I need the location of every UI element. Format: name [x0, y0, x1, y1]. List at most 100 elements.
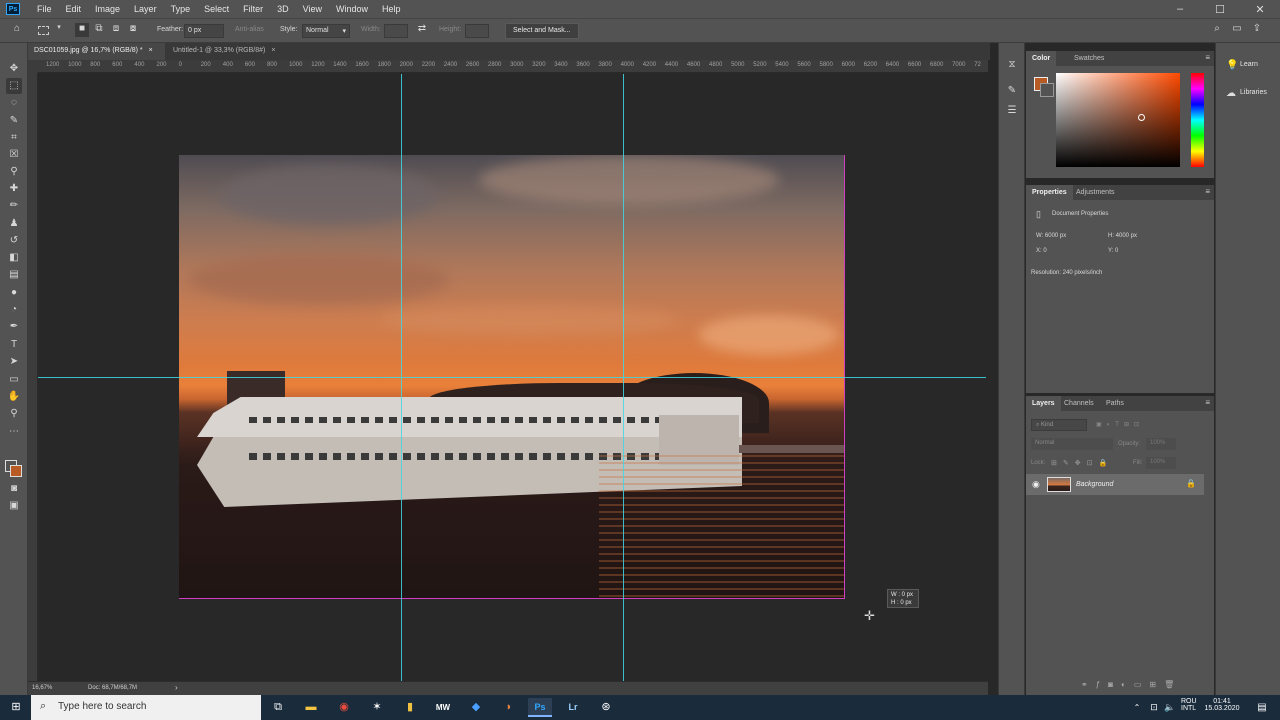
quick-select-tool-icon[interactable]: ✎	[6, 113, 22, 129]
app-icon[interactable]: ✶	[365, 698, 389, 717]
move-tool-icon[interactable]: ✥	[6, 61, 22, 77]
home-icon[interactable]: ⌂	[10, 23, 24, 37]
width-input[interactable]	[384, 24, 408, 38]
path-select-tool-icon[interactable]: ➤	[6, 354, 22, 370]
horizontal-ruler[interactable]: 1200 1000 800 600 400 200 0 200 400 600 800 1000 120…	[38, 60, 988, 73]
history-brush-tool-icon[interactable]: ↺	[6, 233, 22, 249]
more-tools-icon[interactable]: ⋯	[6, 424, 22, 440]
menu-file[interactable]: File	[30, 4, 59, 14]
lasso-tool-icon[interactable]: ◌	[6, 95, 22, 111]
blend-mode-select[interactable]: Normal	[1031, 438, 1113, 450]
menu-image[interactable]: Image	[88, 4, 127, 14]
tab-color[interactable]: Color	[1026, 51, 1057, 66]
brush-settings-icon[interactable]: ✎	[1004, 83, 1020, 99]
background-color-swatch[interactable]	[1040, 83, 1054, 97]
zoom-tool-icon[interactable]: ⚲	[6, 406, 22, 422]
frame-tool-icon[interactable]: ☒	[6, 147, 22, 163]
hue-slider[interactable]	[1191, 73, 1204, 167]
subtract-selection-icon[interactable]: ⧈	[109, 23, 123, 37]
gradient-tool-icon[interactable]: ▤	[6, 267, 22, 283]
menu-window[interactable]: Window	[329, 4, 375, 14]
menu-edit[interactable]: Edit	[59, 4, 89, 14]
pen-tool-icon[interactable]: ✒	[6, 319, 22, 335]
maximize-button[interactable]: ☐	[1200, 0, 1240, 18]
document-app-icon[interactable]: ▮	[398, 698, 422, 717]
crop-tool-icon[interactable]: ⌗	[6, 130, 22, 146]
layer-name[interactable]: Background	[1076, 481, 1113, 488]
menu-type[interactable]: Type	[164, 4, 198, 14]
chrome-icon[interactable]: ◉	[332, 698, 356, 717]
rect-marquee-tool-icon[interactable]: ⬚	[6, 78, 22, 94]
workspace-icon[interactable]: ▭	[1230, 23, 1244, 37]
photoshop-taskbar-icon[interactable]: Ps	[528, 698, 552, 717]
background-color-swatch[interactable]	[10, 465, 22, 477]
lightroom-taskbar-icon[interactable]: Lr	[561, 698, 585, 717]
menu-view[interactable]: View	[296, 4, 329, 14]
libraries-button[interactable]: ☁ Libraries	[1220, 85, 1277, 103]
add-selection-icon[interactable]: ⧉	[92, 23, 106, 37]
style-select[interactable]: Normal ▾	[302, 24, 350, 38]
close-icon[interactable]: ×	[149, 47, 153, 54]
windows-start-icon[interactable]: ⊞	[4, 698, 28, 717]
close-button[interactable]: ✕	[1240, 0, 1280, 18]
layer-kind-filter[interactable]: ⌕ Kind	[1031, 419, 1087, 431]
lock-icons[interactable]: ⊞✎✥⊡🔒	[1051, 459, 1113, 467]
menu-layer[interactable]: Layer	[127, 4, 164, 14]
zoom-level[interactable]: 16,67%	[32, 685, 52, 691]
minimize-button[interactable]: –	[1160, 0, 1200, 18]
tab-swatches[interactable]: Swatches	[1068, 51, 1110, 66]
lock-icon[interactable]: 🔒	[1186, 479, 1196, 488]
menu-select[interactable]: Select	[197, 4, 236, 14]
blur-tool-icon[interactable]: ●	[6, 285, 22, 301]
swap-icon[interactable]: ⇄	[415, 23, 429, 37]
feather-input[interactable]: 0 px	[184, 24, 224, 38]
opacity-input[interactable]: 100%	[1146, 438, 1176, 450]
file-explorer-icon[interactable]: ▬	[299, 698, 323, 717]
tab-adjustments[interactable]: Adjustments	[1070, 185, 1121, 200]
height-input[interactable]	[465, 24, 489, 38]
tab-untitled-1[interactable]: Untitled-1 @ 33,3% (RGB/8#) ×	[167, 43, 292, 60]
tab-properties[interactable]: Properties	[1026, 185, 1073, 200]
adjust-icon[interactable]: ☰	[1004, 103, 1020, 119]
close-icon[interactable]: ×	[271, 47, 275, 54]
share-icon[interactable]: ⇪	[1250, 23, 1264, 37]
blue-app-icon[interactable]: ◆	[464, 698, 488, 717]
ruler-corner[interactable]	[28, 60, 38, 73]
eraser-tool-icon[interactable]: ◧	[6, 250, 22, 266]
type-tool-icon[interactable]: T	[6, 337, 22, 353]
color-picker-cursor[interactable]	[1138, 114, 1145, 121]
tab-paths[interactable]: Paths	[1100, 396, 1130, 411]
chevron-right-icon[interactable]: ›	[175, 683, 178, 692]
new-selection-icon[interactable]: ■	[75, 23, 89, 37]
menu-3d[interactable]: 3D	[270, 4, 296, 14]
layer-actions-icons[interactable]: ⚭ƒ◙◐▭⊞🗑	[1081, 680, 1182, 689]
history-panel-icon[interactable]: ⧖	[1004, 57, 1020, 73]
chevron-down-icon[interactable]: ▾	[52, 23, 66, 37]
panel-menu-icon[interactable]: ≡	[1205, 53, 1210, 62]
select-and-mask-button[interactable]: Select and Mask...	[505, 23, 579, 39]
intersect-selection-icon[interactable]: ⧇	[126, 23, 140, 37]
document-canvas[interactable]: W : 0 px H : 0 px ✛	[38, 74, 986, 681]
filter-icons[interactable]: ▣◐T⊞⊡	[1096, 421, 1144, 428]
quick-mask-icon[interactable]: ◙	[6, 481, 22, 497]
stamp-tool-icon[interactable]: ♟	[6, 216, 22, 232]
panel-menu-icon[interactable]: ≡	[1205, 187, 1210, 196]
task-view-icon[interactable]: ⧉	[266, 698, 290, 717]
layer-row[interactable]: ◉ Background 🔒	[1026, 474, 1204, 495]
learn-button[interactable]: 💡 Learn	[1220, 57, 1277, 75]
color-field[interactable]	[1056, 73, 1180, 167]
vertical-ruler[interactable]	[28, 73, 38, 681]
healing-tool-icon[interactable]: ✚	[6, 181, 22, 197]
menu-filter[interactable]: Filter	[236, 4, 270, 14]
tab-channels[interactable]: Channels	[1058, 396, 1100, 411]
eye-icon[interactable]: ◉	[1032, 479, 1040, 490]
volume-icon[interactable]: 🔈	[1158, 698, 1182, 717]
tab-layers[interactable]: Layers	[1026, 396, 1061, 411]
panel-menu-icon[interactable]: ≡	[1205, 398, 1210, 407]
marquee-preset-icon[interactable]	[38, 26, 49, 35]
hand-tool-icon[interactable]: ✋	[6, 389, 22, 405]
anti-alias-checkbox[interactable]: Anti-alias	[235, 26, 264, 33]
clock[interactable]: 01:41 15.03.2020	[1204, 698, 1240, 712]
dodge-tool-icon[interactable]: ◔	[6, 302, 22, 318]
shape-tool-icon[interactable]: ▭	[6, 372, 22, 388]
